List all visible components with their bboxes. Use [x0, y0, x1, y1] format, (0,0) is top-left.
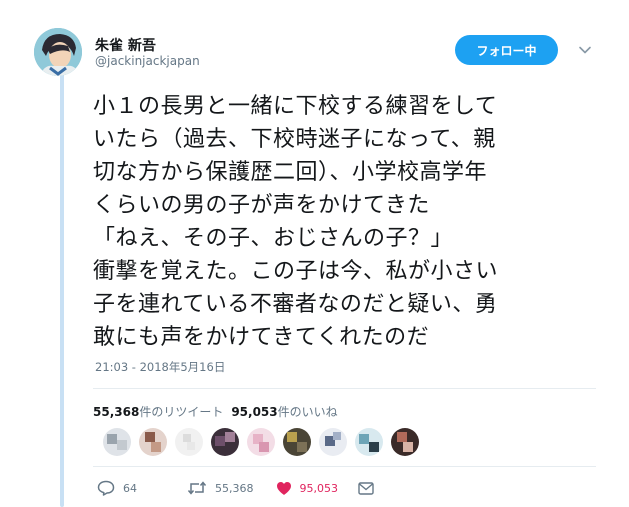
divider [93, 466, 596, 467]
retweets-stat[interactable]: 55,368件のリツイート [93, 405, 223, 419]
likes-label: 件のいいね [277, 405, 338, 419]
retweet-icon [187, 480, 207, 496]
tweet-text-line: 衝撃を覚えた。この子は今、私が小さい [93, 259, 499, 284]
user-display-name[interactable]: 朱雀 新吾 [95, 35, 156, 55]
direct-message-button[interactable] [358, 481, 374, 495]
likes-stat[interactable]: 95,053件のいいね [231, 405, 337, 419]
tweet-text-line: 小１の長男と一緒に下校する練習をして [93, 94, 498, 119]
liker-avatar[interactable] [355, 428, 383, 456]
tweet-text-line: 切な方から保護歴二回）、小学校高学年 [93, 160, 488, 185]
reply-icon [97, 480, 115, 496]
following-button[interactable]: フォロー中 [455, 35, 558, 65]
liker-avatar[interactable] [139, 428, 167, 456]
retweet-button[interactable]: 55,368 [187, 480, 254, 496]
tweet-actions: 64 55,368 95,053 [97, 480, 374, 496]
liker-avatar[interactable] [103, 428, 131, 456]
like-button[interactable]: 95,053 [276, 481, 339, 496]
liker-avatars [103, 428, 419, 456]
user-handle[interactable]: @jackinjackjapan [95, 54, 200, 68]
tweet-text: 小１の長男と一緒に下校する練習をして いたら（過去、下校時迷子になって、親 切な… [93, 90, 613, 354]
liker-avatar[interactable] [175, 428, 203, 456]
envelope-icon [358, 481, 374, 495]
liker-avatar[interactable] [283, 428, 311, 456]
reply-count: 64 [123, 481, 137, 495]
likes-count: 95,053 [231, 405, 278, 419]
avatar-image [34, 28, 82, 76]
tweet-text-line: 敢にも声をかけてきてくれたのだ [93, 325, 430, 350]
liker-avatar[interactable] [319, 428, 347, 456]
retweets-label: 件のリツイート [139, 405, 224, 419]
tweet-stats: 55,368件のリツイート 95,053件のいいね [93, 403, 338, 420]
liker-avatar[interactable] [247, 428, 275, 456]
retweet-count: 55,368 [215, 481, 254, 495]
tweet-text-line: 「ねえ、その子、おじさんの子？」 [93, 226, 454, 251]
tweet-timestamp[interactable]: 21:03 - 2018年5月16日 [95, 359, 225, 375]
reply-button[interactable]: 64 [97, 480, 137, 496]
divider [93, 388, 596, 389]
avatar[interactable] [34, 28, 82, 76]
chevron-down-icon[interactable] [578, 42, 592, 56]
heart-icon [276, 481, 292, 496]
thread-line [60, 70, 64, 507]
tweet-text-line: いたら（過去、下校時迷子になって、親 [93, 127, 496, 152]
liker-avatar[interactable] [391, 428, 419, 456]
like-count: 95,053 [299, 481, 339, 495]
tweet-text-line: くらいの男の子が声をかけてきた [93, 193, 430, 218]
retweets-count: 55,368 [93, 405, 140, 419]
liker-avatar[interactable] [211, 428, 239, 456]
tweet-text-line: 子を連れている不審者なのだと疑い、勇 [93, 292, 498, 317]
